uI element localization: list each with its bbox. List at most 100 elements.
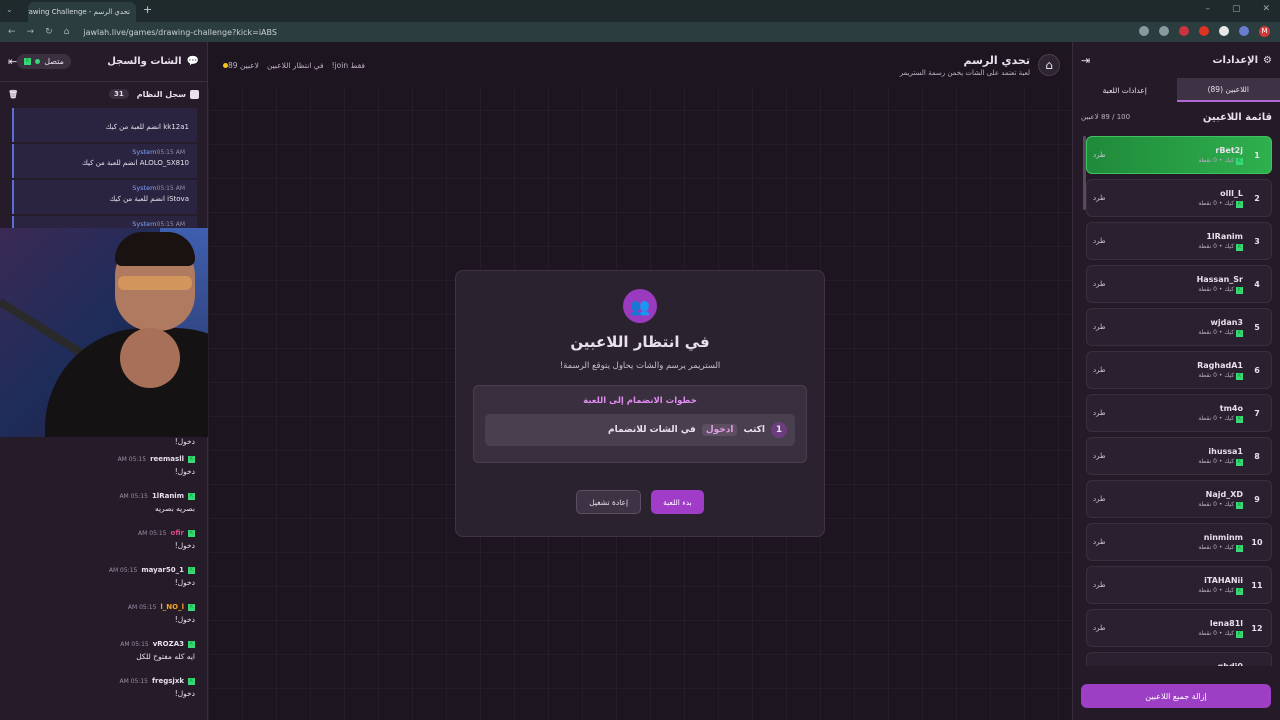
system-message-user: System xyxy=(132,148,157,156)
player-rank: 5 xyxy=(1254,322,1260,332)
join-step: 1 اكتب ادخول في الشات للانضمام xyxy=(485,414,795,446)
player-name: wjdan3 xyxy=(1210,317,1243,327)
kick-icon: K xyxy=(188,566,195,574)
kick-player-button[interactable]: طرد xyxy=(1093,151,1106,159)
chat-time: 05:15 AM xyxy=(117,455,147,463)
player-row: 5 wjdan3 K كيك • 0 نقطة طرد xyxy=(1086,308,1272,346)
chat-username[interactable]: l_NO_l xyxy=(160,603,184,611)
chat-message: Kmayar50_1 05:15 AM دخول! xyxy=(0,563,207,600)
chat-username[interactable]: reemasll xyxy=(150,455,184,463)
kick-player-button[interactable]: طرد xyxy=(1093,323,1106,331)
player-meta: كيك • 0 نقطة xyxy=(1198,328,1235,336)
chat-username[interactable]: mayar50_1 xyxy=(141,566,184,574)
close-window-icon[interactable]: ✕ xyxy=(1262,4,1270,14)
restart-button[interactable]: إعادة تشغيل xyxy=(576,490,642,514)
star-icon[interactable] xyxy=(1159,26,1169,36)
minimize-icon[interactable]: – xyxy=(1205,4,1210,14)
tab-game-settings[interactable]: إعدادات اللعبة xyxy=(1073,78,1177,102)
trash-icon[interactable]: 🗑 xyxy=(8,90,18,99)
player-row: 1 rBet2j K كيك • 0 نقطة طرد xyxy=(1086,136,1272,174)
settings-title: الإعدادات xyxy=(1212,54,1259,66)
kick-player-button[interactable]: طرد xyxy=(1093,366,1106,374)
system-message-time: 05:15 AM xyxy=(156,149,185,156)
step-number: 1 xyxy=(771,422,787,438)
system-message-time: 05:15 AM xyxy=(156,185,185,192)
chat-message: Kofir 05:15 AM دخول! xyxy=(0,526,207,563)
extension-icon[interactable] xyxy=(1219,26,1229,36)
step-prefix: اكتب xyxy=(743,425,765,435)
chat-text: دخول! xyxy=(174,437,195,446)
chat-message: KvROZA3 05:15 AM ايه كله مفتوح للكل xyxy=(0,637,207,674)
kick-player-button[interactable]: طرد xyxy=(1093,452,1106,460)
player-meta: كيك • 0 نقطة xyxy=(1198,500,1235,508)
kick-icon: K xyxy=(1236,501,1243,509)
extensions-icon[interactable] xyxy=(1239,26,1249,36)
zoom-icon[interactable] xyxy=(1139,26,1149,36)
kick-icon: K xyxy=(1236,157,1243,165)
kick-player-button[interactable]: طرد xyxy=(1093,194,1106,202)
start-game-button[interactable]: بدء اللعبة xyxy=(651,490,704,514)
player-row: 8 ihussa1 K كيك • 0 نقطة طرد xyxy=(1086,437,1272,475)
system-log-checkbox[interactable] xyxy=(190,89,199,99)
players-list-title: قائمة اللاعبين xyxy=(1202,111,1272,123)
remove-all-players-button[interactable]: إزالة جميع اللاعبين xyxy=(1081,684,1271,708)
kick-icon: K xyxy=(188,640,195,648)
extensions-bar: M xyxy=(1139,26,1270,37)
chat-time: 05:15 AM xyxy=(119,492,148,500)
system-message: System05:15 AM iStova انضم للعبة من كيك xyxy=(12,180,197,214)
chat-title: الشات والسجل xyxy=(107,56,182,67)
kick-icon: K xyxy=(1236,630,1243,638)
collapse-chat-icon[interactable]: ⇤ xyxy=(8,55,17,68)
chat-text: دخول! xyxy=(174,541,195,550)
home-button[interactable]: ⌂ xyxy=(1038,54,1060,76)
kick-icon: K xyxy=(188,455,195,463)
chat-time: 05:15 AM xyxy=(127,603,157,611)
browser-tab[interactable]: تحدي الرسم - Drawing Challenge ✕ xyxy=(28,2,136,22)
player-rank: 7 xyxy=(1254,408,1260,418)
tab-players[interactable]: اللاعبين (89) xyxy=(1176,78,1280,102)
player-name: ninminm xyxy=(1203,532,1243,542)
player-name: olll_L xyxy=(1220,188,1243,198)
chat-messages: دخول! Kreemasll 05:15 AM دخول! K 1lRanim 05:15… xyxy=(0,430,207,711)
join-hint: !join فقط xyxy=(331,60,365,70)
kick-player-button[interactable]: طرد xyxy=(1093,237,1106,245)
maximize-icon[interactable]: ▢ xyxy=(1232,4,1241,14)
profile-avatar[interactable]: M xyxy=(1259,26,1270,37)
player-row: 3 1lRanim K كيك • 0 نقطة طرد xyxy=(1086,222,1272,260)
tab-title: تحدي الرسم - Drawing Challenge xyxy=(28,8,130,16)
kick-player-button[interactable]: طرد xyxy=(1093,624,1106,632)
player-meta: كيك • 0 نقطة xyxy=(1198,371,1235,379)
tab-search-icon[interactable]: ⌄ xyxy=(6,5,13,14)
kick-player-button[interactable]: طرد xyxy=(1093,581,1106,589)
kick-icon: K xyxy=(24,58,32,65)
kick-player-button[interactable]: طرد xyxy=(1093,409,1106,417)
player-row: 12 lena81l K كيك • 0 نقطة طرد xyxy=(1086,609,1272,647)
player-rank: 1 xyxy=(1254,150,1260,160)
extension-icon[interactable] xyxy=(1199,26,1209,36)
reload-icon[interactable]: ↻ xyxy=(45,27,53,37)
forward-icon[interactable]: → xyxy=(27,27,35,37)
chat-username[interactable]: ofir xyxy=(171,529,184,537)
url-field[interactable]: jawlah.live/games/drawing-challenge?kick… xyxy=(83,28,277,37)
chat-username[interactable]: fregsjxk xyxy=(152,677,184,685)
kick-icon: K xyxy=(188,603,195,611)
back-icon[interactable]: ← xyxy=(8,27,16,37)
player-rank: 12 xyxy=(1251,623,1263,633)
new-tab-icon[interactable]: + xyxy=(143,3,152,16)
kick-player-button[interactable]: طرد xyxy=(1093,280,1106,288)
waiting-modal: 👥 في انتظار اللاعبين الستريمر يرسم والشا… xyxy=(455,270,825,537)
home-icon[interactable]: ⌂ xyxy=(64,27,70,37)
player-name: Hassan_Sr xyxy=(1196,274,1243,284)
waiting-status: في انتظار اللاعبين xyxy=(266,60,324,70)
chat-username[interactable]: vROZA3 xyxy=(153,640,184,648)
collapse-settings-icon[interactable]: ⇥ xyxy=(1081,54,1090,67)
extension-icon[interactable] xyxy=(1179,26,1189,36)
kick-player-button[interactable]: طرد xyxy=(1093,538,1106,546)
player-row: 7 tm4o K كيك • 0 نقطة طرد xyxy=(1086,394,1272,432)
kick-player-button[interactable]: طرد xyxy=(1093,495,1106,503)
player-meta: كيك • 0 نقطة xyxy=(1198,457,1235,465)
player-name: tm4o xyxy=(1219,403,1243,413)
game-header: 89 لاعبين في انتظار اللاعبين !join فقط ⌂… xyxy=(208,42,1072,88)
chat-username[interactable]: 1lRanim xyxy=(152,492,184,500)
system-log-header[interactable]: 🗑 سجل النظام 31 xyxy=(0,82,207,106)
